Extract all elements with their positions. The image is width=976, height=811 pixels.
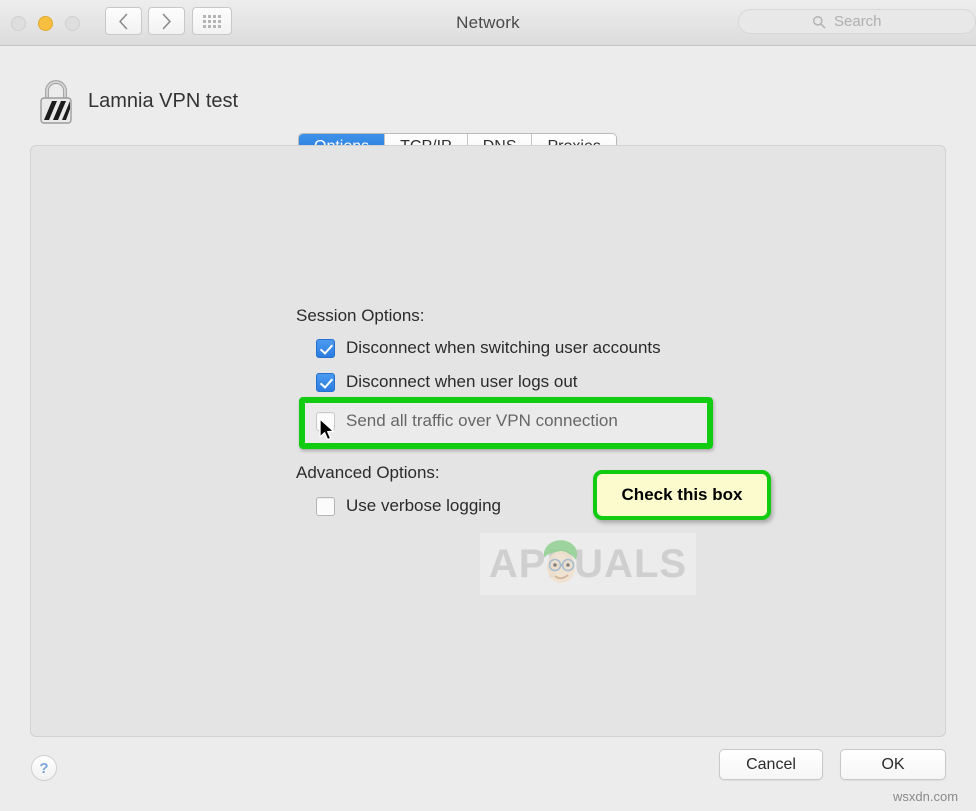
cancel-button[interactable]: Cancel: [719, 749, 823, 780]
checkbox-row-disconnect-logout[interactable]: Disconnect when user logs out: [316, 372, 578, 392]
vpn-lock-icon: [36, 76, 76, 126]
checkbox-row-disconnect-switching[interactable]: Disconnect when switching user accounts: [316, 338, 661, 358]
checkbox-label-verbose-logging: Use verbose logging: [346, 496, 501, 515]
highlight-rectangle-annotation: [299, 397, 713, 449]
checkbox-disconnect-switching[interactable]: [316, 338, 335, 358]
site-credit: wsxdn.com: [893, 789, 959, 804]
network-preferences-window: Network Search Lamnia VPN test Session O…: [0, 0, 976, 811]
callout-check-this-box: Check this box: [593, 470, 771, 520]
session-options-label: Session Options:: [296, 306, 425, 325]
checkbox-label-disconnect-switching: Disconnect when switching user accounts: [346, 338, 661, 357]
checkbox-disconnect-logout[interactable]: [316, 372, 335, 392]
window-titlebar: Network Search: [0, 0, 976, 46]
callout-text: Check this box: [621, 485, 743, 504]
appuals-face-icon: [536, 536, 586, 591]
checkbox-label-disconnect-logout: Disconnect when user logs out: [346, 372, 578, 391]
page-title: Lamnia VPN test: [88, 90, 239, 112]
help-button[interactable]: ?: [31, 755, 57, 781]
search-placeholder: Search: [834, 13, 882, 30]
checkbox-row-verbose-logging[interactable]: Use verbose logging: [316, 496, 501, 516]
watermark-text: APPUALS: [488, 541, 688, 586]
advanced-options-label: Advanced Options:: [296, 463, 440, 482]
appuals-watermark: APPUALS: [480, 533, 696, 595]
search-field[interactable]: Search: [738, 9, 976, 34]
sheet-content: Lamnia VPN test Options TCP/IP DNS Proxi…: [0, 46, 976, 811]
options-panel: Session Options: Disconnect when switchi…: [30, 145, 946, 737]
checkbox-verbose-logging[interactable]: [316, 496, 335, 516]
ok-button[interactable]: OK: [840, 749, 946, 780]
search-icon: [812, 15, 826, 29]
